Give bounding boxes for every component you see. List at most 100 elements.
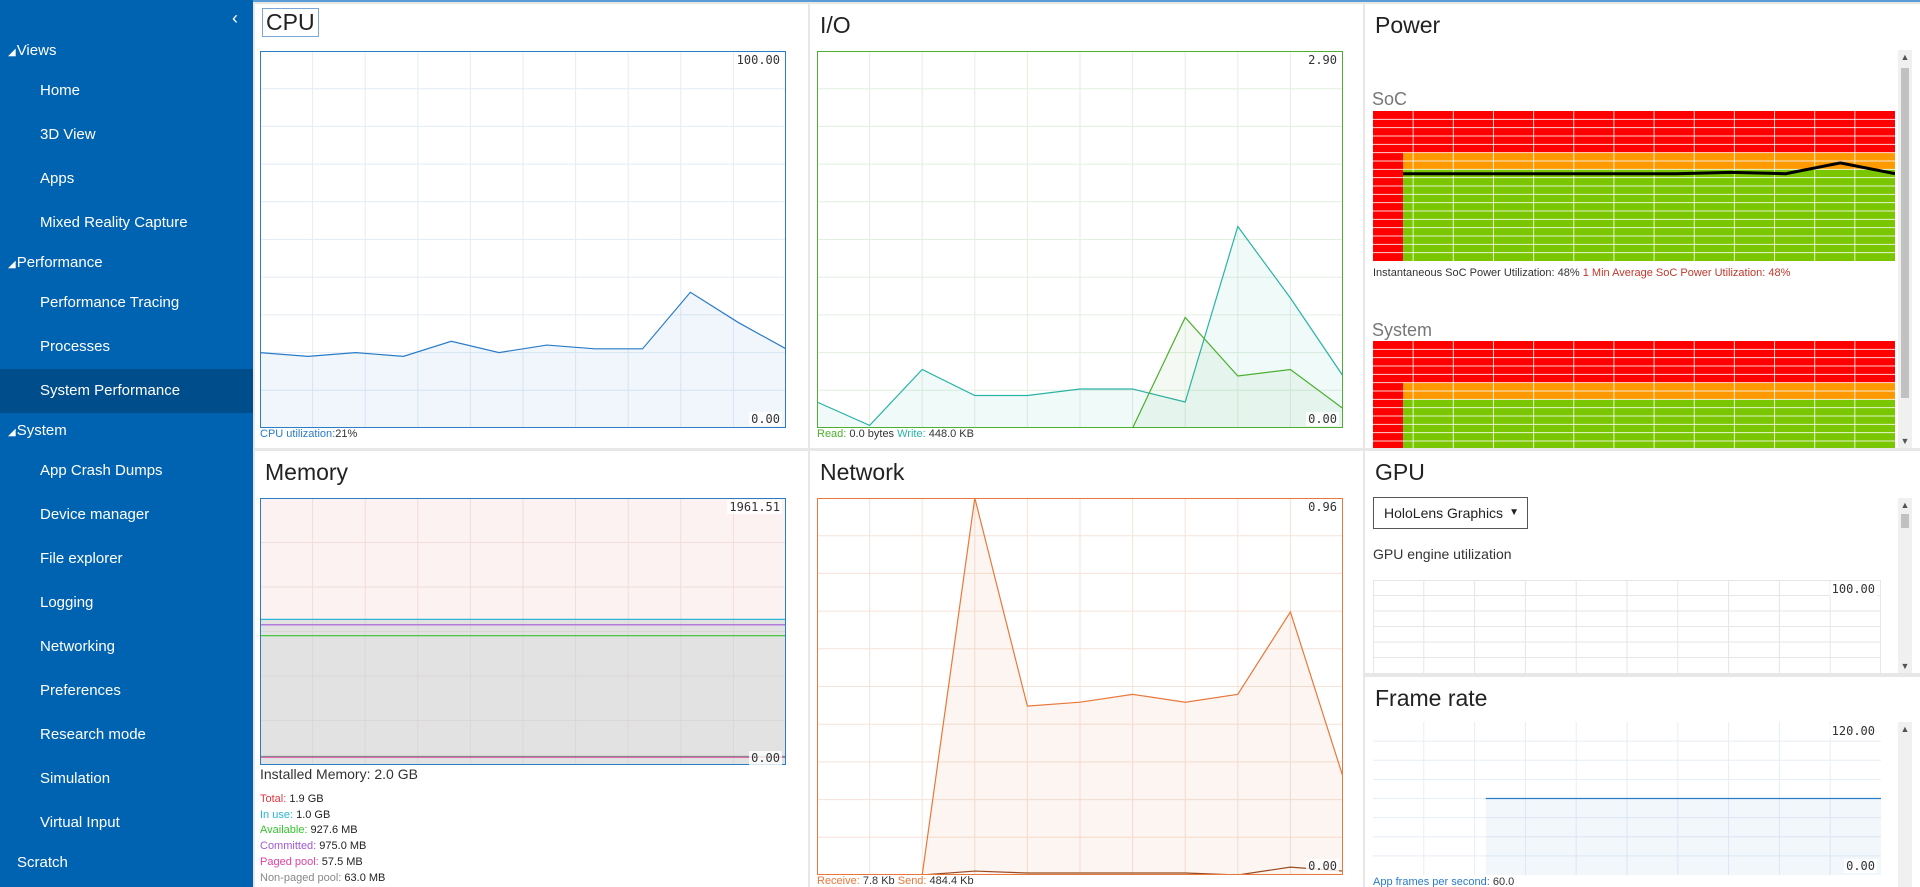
power-band-edge — [1373, 186, 1403, 195]
sidebar-item-apps[interactable]: Apps — [0, 157, 253, 201]
scroll-up-icon[interactable]: ▲ — [1898, 722, 1912, 736]
power-band — [1373, 349, 1895, 358]
power-soc-label: SoC — [1372, 89, 1408, 109]
power-band-edge — [1373, 391, 1403, 400]
power-band — [1373, 382, 1895, 391]
network-send-value: 484.4 Kb — [929, 875, 974, 887]
sidebar-item-research-mode[interactable]: Research mode — [0, 713, 253, 757]
sidebar-item-simulation[interactable]: Simulation — [0, 757, 253, 801]
gpu-max-label: 100.00 — [1829, 582, 1877, 596]
power-band-edge — [1373, 211, 1403, 220]
power-band-edge — [1373, 441, 1403, 448]
power-band-edge — [1373, 432, 1403, 441]
gpu-scrollbar[interactable]: ▲ ▼ — [1898, 498, 1912, 673]
power-band — [1373, 424, 1895, 433]
power-scrollbar[interactable]: ▲ ▼ — [1898, 50, 1912, 448]
memory-stat-value: 1.0 GB — [293, 808, 331, 821]
memory-stat-label: In use: — [260, 808, 294, 821]
memory-stat-value: 927.6 MB — [307, 824, 358, 837]
section-header-performance[interactable]: ◢Performance — [8, 252, 103, 274]
io-title: I/O — [820, 12, 851, 38]
gpu-title: GPU — [1375, 459, 1425, 485]
sidebar: ‹ ◢Views Home 3D View Apps Mixed Reality… — [0, 0, 253, 887]
sidebar-item-logging[interactable]: Logging — [0, 581, 253, 625]
power-band-edge — [1373, 399, 1403, 408]
power-band-edge — [1373, 161, 1403, 170]
io-write-value: 448.0 KB — [928, 428, 974, 440]
sidebar-item-3d-view[interactable]: 3D View — [0, 113, 253, 157]
memory-stat-row: Total: 1.9 GB — [260, 792, 385, 808]
power-band-edge — [1373, 177, 1403, 186]
sidebar-item-mixed-reality-capture[interactable]: Mixed Reality Capture — [0, 201, 253, 245]
sidebar-item-virtual-input[interactable]: Virtual Input — [0, 801, 253, 845]
top-divider — [253, 0, 1920, 2]
memory-installed: Installed Memory: 2.0 GB — [260, 766, 418, 782]
memory-stat-row: Non-paged pool: 63.0 MB — [260, 871, 385, 887]
power-band — [1373, 391, 1895, 400]
sidebar-item-performance-tracing[interactable]: Performance Tracing — [0, 281, 253, 325]
memory-min-label: 0.00 — [749, 751, 782, 765]
power-band — [1373, 407, 1895, 416]
power-band-edge — [1373, 382, 1403, 391]
memory-inuse-area — [260, 619, 786, 765]
memory-stat-label: Non-paged pool: — [260, 871, 342, 884]
power-band — [1373, 194, 1895, 203]
memory-max-label: 1961.51 — [727, 500, 782, 514]
scroll-up-icon[interactable]: ▲ — [1898, 498, 1912, 512]
io-read-value: 0.0 bytes — [849, 428, 895, 440]
memory-stat-value: 975.0 MB — [316, 840, 367, 853]
framerate-legend-label: App frames per second: — [1373, 876, 1490, 887]
cpu-max-label: 100.00 — [734, 53, 782, 67]
gpu-scroll-thumb[interactable] — [1901, 514, 1909, 528]
power-band — [1373, 357, 1895, 366]
power-band — [1373, 136, 1895, 145]
memory-stat-value: 57.5 MB — [318, 855, 363, 868]
power-band — [1373, 211, 1895, 220]
network-max-label: 0.96 — [1306, 500, 1339, 514]
memory-stat-label: Paged pool: — [260, 855, 319, 868]
power-soc-instant: Instantaneous SoC Power Utilization: 48% — [1373, 267, 1580, 279]
power-band-edge — [1373, 219, 1403, 228]
io-max-label: 2.90 — [1306, 53, 1339, 67]
sidebar-item-home[interactable]: Home — [0, 69, 253, 113]
section-header-system[interactable]: ◢System — [8, 420, 67, 442]
sidebar-item-app-crash-dumps[interactable]: App Crash Dumps — [0, 449, 253, 493]
power-band — [1373, 374, 1895, 383]
power-scroll-thumb[interactable] — [1901, 68, 1909, 398]
power-band — [1373, 119, 1895, 128]
sidebar-item-file-explorer[interactable]: File explorer — [0, 537, 253, 581]
framerate-legend-value: 60.0 — [1492, 876, 1515, 887]
memory-chart-svg — [260, 498, 786, 765]
gpu-adapter-select[interactable]: HoloLens Graphics ▼ — [1373, 497, 1528, 529]
framerate-scrollbar[interactable]: ▲ — [1898, 722, 1912, 887]
power-band-edge — [1373, 152, 1403, 161]
section-header-views[interactable]: ◢Views — [8, 40, 56, 62]
memory-stats: Total: 1.9 GB In use: 1.0 GB Available: 92… — [260, 792, 385, 886]
cpu-min-label: 0.00 — [749, 412, 782, 426]
power-band — [1373, 236, 1895, 245]
sidebar-item-processes[interactable]: Processes — [0, 325, 253, 369]
scroll-down-icon[interactable]: ▼ — [1898, 434, 1912, 448]
scroll-down-icon[interactable]: ▼ — [1898, 659, 1912, 673]
memory-stat-row: Paged pool: 57.5 MB — [260, 855, 385, 871]
sidebar-item-device-manager[interactable]: Device manager — [0, 493, 253, 537]
sidebar-item-system-performance[interactable]: System Performance — [0, 369, 253, 413]
power-band — [1373, 127, 1895, 136]
gpu-chart-svg — [1373, 580, 1881, 673]
power-band-edge — [1373, 202, 1403, 211]
scroll-up-icon[interactable]: ▲ — [1898, 50, 1912, 64]
network-receive-value: 7.8 Kb — [862, 875, 895, 887]
sidebar-item-networking[interactable]: Networking — [0, 625, 253, 669]
sidebar-item-scratch[interactable]: Scratch — [17, 852, 68, 874]
sidebar-item-preferences[interactable]: Preferences — [0, 669, 253, 713]
io-write-label: Write: — [897, 428, 926, 440]
memory-chart: 1961.51 0.00 — [260, 498, 786, 765]
power-soc-caption: Instantaneous SoC Power Utilization: 48%… — [1373, 267, 1790, 279]
chevron-left-icon[interactable]: ‹ — [225, 6, 245, 30]
gpu-chart: 100.00 — [1373, 580, 1881, 673]
power-system-chart — [1373, 341, 1895, 448]
io-chart-svg — [817, 51, 1343, 428]
framerate-title: Frame rate — [1375, 685, 1488, 711]
io-min-label: 0.00 — [1306, 412, 1339, 426]
power-band — [1373, 144, 1895, 153]
